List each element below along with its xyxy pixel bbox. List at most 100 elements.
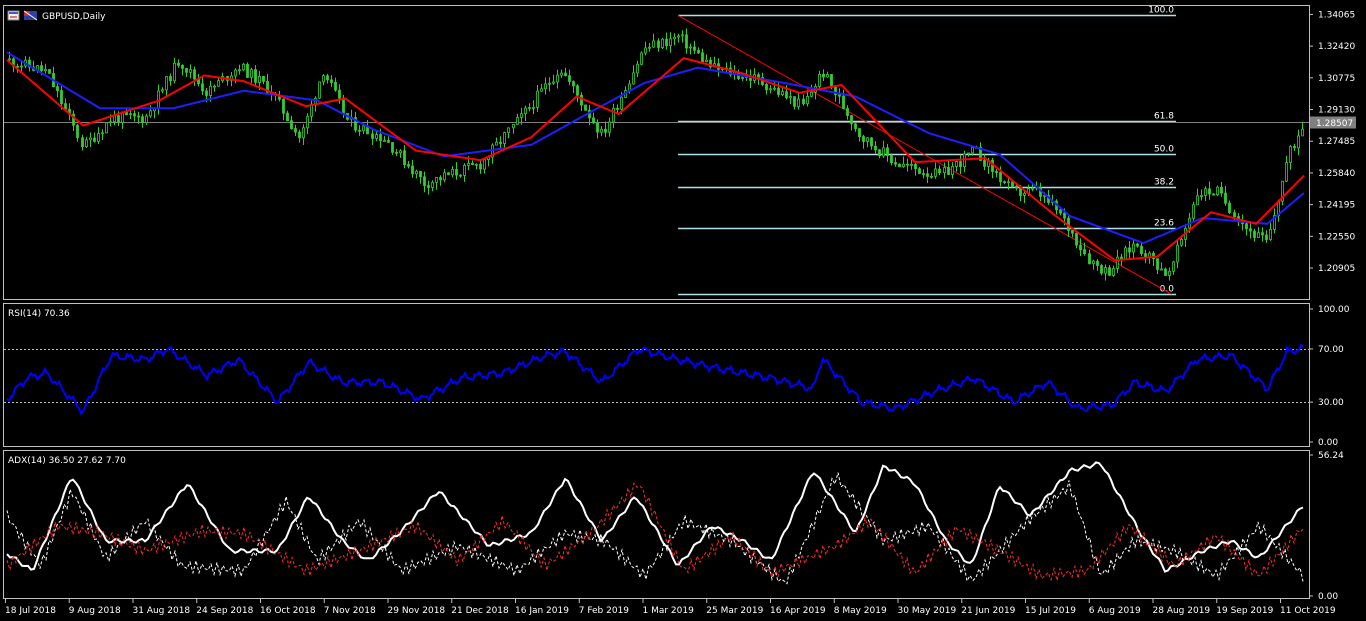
time-tick-label: 25 Mar 2019 <box>706 606 763 616</box>
candle-body <box>576 85 579 96</box>
candle-body <box>415 170 418 175</box>
candle-body <box>93 137 96 142</box>
candle-body <box>431 181 434 188</box>
time-tick-label: 16 Apr 2019 <box>770 606 826 616</box>
candle-body <box>282 98 285 114</box>
candle-body <box>443 172 446 181</box>
candle-body <box>757 74 760 78</box>
candle-body <box>451 169 454 176</box>
candle-body <box>802 98 805 105</box>
candle-body <box>943 167 946 173</box>
price-tick-label: 1.30775 <box>1318 74 1355 84</box>
candle-body <box>882 147 885 157</box>
candle-body <box>246 63 249 78</box>
candle-body <box>97 133 100 142</box>
candle-body <box>632 72 635 85</box>
time-tick-label: 15 Jul 2019 <box>1025 606 1076 616</box>
candle-body <box>495 141 498 146</box>
candle-body <box>141 116 144 124</box>
chart-window: 100.0 61.8 50.0 38.2 23.6 0.0 1.34065 1.32420 1… <box>0 0 1366 621</box>
candle-body <box>661 38 664 49</box>
rsi-tick-label: 0.00 <box>1318 438 1338 448</box>
candle-body <box>1116 256 1119 269</box>
candle-body <box>955 161 958 167</box>
time-tick-label: 16 Jan 2019 <box>515 606 569 616</box>
candle-body <box>60 90 63 104</box>
candle-body <box>806 96 809 105</box>
candle-body <box>971 147 974 154</box>
candle-body <box>254 69 257 83</box>
fib-level-label: 61.8 <box>1154 112 1174 122</box>
candle-body <box>810 91 813 97</box>
candle <box>640 51 643 66</box>
adx-tick-label: 0.00 <box>1318 592 1338 602</box>
candle-body <box>705 59 708 63</box>
candle-body <box>528 107 531 109</box>
candle-body <box>532 107 535 109</box>
candle-body <box>512 124 515 129</box>
price-tick-label: 1.22550 <box>1318 232 1355 242</box>
candle <box>898 163 901 168</box>
price-tick-label: 1.20905 <box>1318 264 1355 274</box>
candle-body <box>886 147 889 156</box>
candle-body <box>1216 186 1219 196</box>
candle-body <box>375 134 378 139</box>
candle <box>242 62 245 72</box>
candle-body <box>117 115 120 123</box>
candle-body <box>938 168 941 173</box>
candle-body <box>48 69 51 74</box>
candle-body <box>1180 238 1183 246</box>
candle-body <box>1092 260 1095 265</box>
fib-level-label: 0.0 <box>1160 285 1175 295</box>
candle-body <box>995 170 998 173</box>
candle-body <box>169 76 172 82</box>
candle-body <box>1088 253 1091 265</box>
candle-body <box>1136 243 1139 247</box>
candle-body <box>193 69 196 80</box>
price-tick-label: 1.27485 <box>1318 137 1355 147</box>
candle-body <box>503 132 506 144</box>
candle-body <box>1253 230 1256 238</box>
candle-body <box>910 163 913 166</box>
candle-body <box>109 121 112 124</box>
candle-body <box>741 77 744 79</box>
candle-body <box>850 115 853 125</box>
candle-body <box>793 96 796 107</box>
candle <box>1164 267 1167 276</box>
candle-body <box>318 81 321 99</box>
candle-body <box>838 94 841 97</box>
adx-tick-label: 56.24 <box>1318 451 1344 461</box>
candle-body <box>608 121 611 133</box>
candle-body <box>548 82 551 85</box>
candle-body <box>1007 181 1010 184</box>
candle-body <box>1100 265 1103 274</box>
candle-body <box>387 140 390 143</box>
candle-body <box>922 173 925 175</box>
candle-body <box>1132 243 1135 253</box>
candle-body <box>1285 162 1288 182</box>
candle-body <box>411 165 414 175</box>
candle-body <box>1297 135 1300 149</box>
candle-body <box>765 84 768 91</box>
candle-body <box>475 163 478 166</box>
adx-title: ADX(14) 36.50 27.62 7.70 <box>8 456 126 466</box>
candle-body <box>894 162 897 165</box>
candle-body <box>379 134 382 142</box>
candle-body <box>1204 188 1207 196</box>
candle-body <box>552 81 555 84</box>
candle <box>48 69 51 74</box>
candle-body <box>149 110 152 117</box>
candle-body <box>628 83 631 91</box>
candle-body <box>1128 247 1131 253</box>
price-tick-label: 1.24195 <box>1318 201 1355 211</box>
candle-body <box>652 40 655 48</box>
candle-body <box>1108 267 1111 276</box>
candle-body <box>1245 223 1248 230</box>
candle-body <box>1019 187 1022 196</box>
candle-body <box>362 125 365 132</box>
fib-level-label: 38.2 <box>1154 178 1174 188</box>
candle-body <box>298 131 301 139</box>
time-tick-label: 19 Sep 2019 <box>1216 606 1273 616</box>
candle-body <box>544 83 547 90</box>
time-tick-label: 24 Sep 2018 <box>196 606 253 616</box>
